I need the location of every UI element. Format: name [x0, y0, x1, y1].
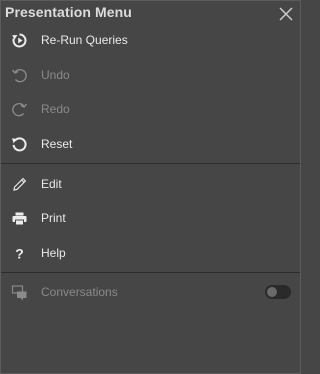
menu-item-rerun-queries[interactable]: Re-Run Queries — [1, 27, 300, 53]
conversations-toggle[interactable] — [265, 285, 291, 299]
menu-item-reset[interactable]: Reset — [1, 131, 300, 157]
menu-item-edit[interactable]: Edit — [1, 171, 300, 197]
menu-item-undo[interactable]: Undo — [1, 62, 300, 88]
printer-icon — [11, 210, 28, 227]
menu-title: Presentation Menu — [5, 4, 132, 20]
divider — [1, 272, 300, 273]
presentation-menu: Presentation Menu Re-Run Queries Undo Re… — [0, 0, 301, 374]
menu-item-label: Help — [41, 246, 66, 260]
undo-icon — [11, 67, 28, 84]
rerun-icon — [11, 32, 28, 49]
menu-item-label: Conversations — [41, 285, 118, 299]
menu-item-label: Redo — [41, 102, 70, 116]
conversations-icon — [11, 284, 28, 301]
redo-icon — [11, 101, 28, 118]
divider — [1, 163, 300, 164]
menu-item-conversations[interactable]: Conversations — [1, 279, 300, 305]
close-icon[interactable] — [278, 6, 294, 22]
reset-icon — [11, 136, 28, 153]
menu-item-label: Edit — [41, 177, 62, 191]
menu-item-label: Print — [41, 211, 66, 225]
toggle-knob — [267, 287, 277, 297]
svg-text:?: ? — [15, 246, 24, 262]
menu-item-print[interactable]: Print — [1, 205, 300, 231]
menu-item-label: Re-Run Queries — [41, 33, 128, 47]
menu-item-redo[interactable]: Redo — [1, 96, 300, 122]
pencil-icon — [11, 176, 28, 193]
help-icon: ? — [11, 245, 28, 262]
menu-item-help[interactable]: ? Help — [1, 240, 300, 266]
menu-item-label: Reset — [41, 137, 73, 151]
menu-item-label: Undo — [41, 68, 70, 82]
